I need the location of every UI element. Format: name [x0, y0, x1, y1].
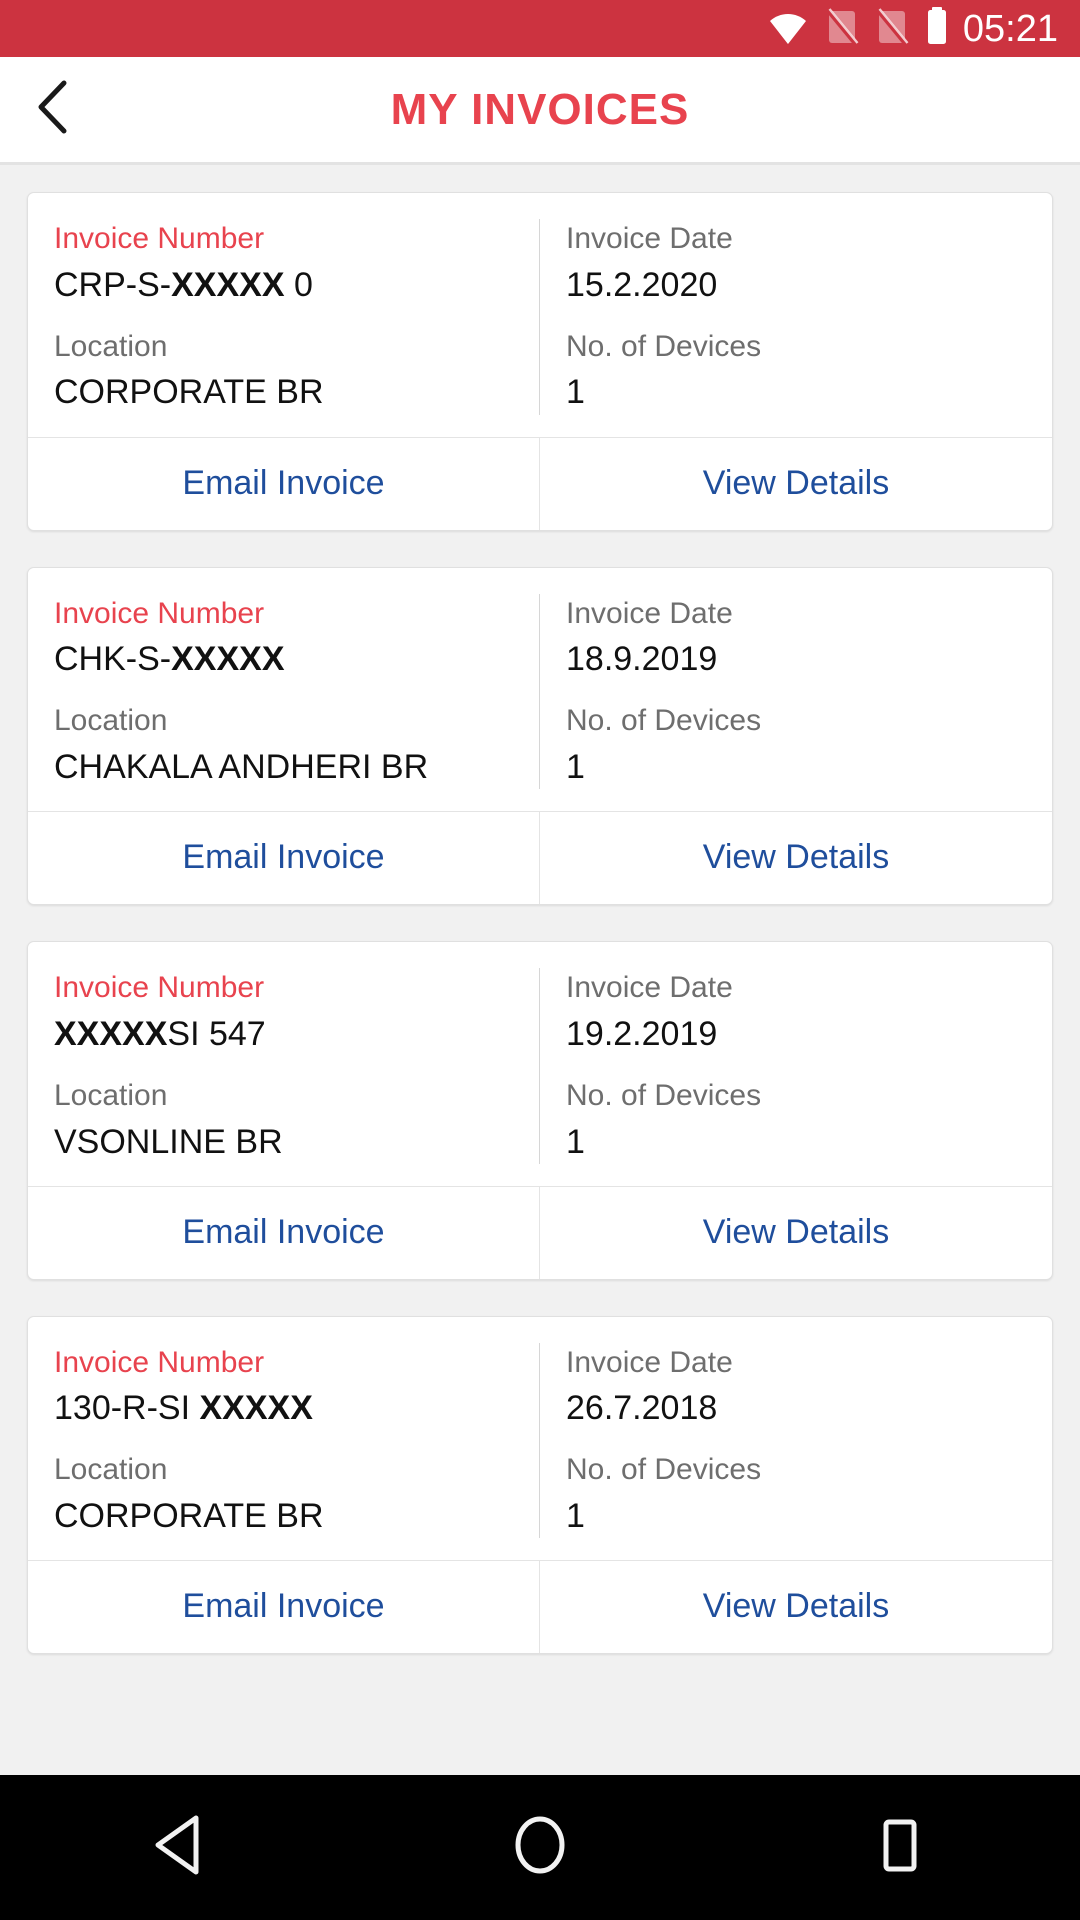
invoice-number-label: Invoice Number	[54, 594, 513, 634]
status-icons	[767, 6, 949, 51]
invoice-card-actions: Email Invoice View Details	[28, 1186, 1052, 1279]
view-details-button[interactable]: View Details	[540, 438, 1052, 530]
invoice-number-label: Invoice Number	[54, 968, 513, 1008]
email-invoice-button[interactable]: Email Invoice	[28, 1561, 540, 1653]
invoice-card-body: Invoice Number 130-R-SI XXXXX Location C…	[28, 1317, 1052, 1561]
invoice-card-actions: Email Invoice View Details	[28, 1560, 1052, 1653]
location-label: Location	[54, 701, 513, 741]
email-invoice-button[interactable]: Email Invoice	[28, 1187, 540, 1279]
nav-recents-button[interactable]	[810, 1814, 990, 1881]
invoice-number-value: CRP-S-XXXXX 0	[54, 263, 513, 307]
invoice-card-left-column: Invoice Number CHK-S-XXXXX Location CHAK…	[28, 594, 540, 790]
location-value: VSONLINE BR	[54, 1120, 513, 1164]
devices-label: No. of Devices	[566, 1076, 1026, 1116]
view-details-button[interactable]: View Details	[540, 1187, 1052, 1279]
invoice-card[interactable]: Invoice Number CRP-S-XXXXX 0 Location CO…	[27, 192, 1053, 531]
location-value: CORPORATE BR	[54, 1494, 513, 1538]
email-invoice-button[interactable]: Email Invoice	[28, 812, 540, 904]
devices-label: No. of Devices	[566, 327, 1026, 367]
devices-label: No. of Devices	[566, 1450, 1026, 1490]
view-details-button[interactable]: View Details	[540, 1561, 1052, 1653]
invoice-number-value: CHK-S-XXXXX	[54, 637, 513, 681]
invoice-date-value: 18.9.2019	[566, 637, 1026, 681]
back-triangle-icon	[152, 1814, 208, 1881]
devices-label: No. of Devices	[566, 701, 1026, 741]
invoice-card[interactable]: Invoice Number CHK-S-XXXXX Location CHAK…	[27, 567, 1053, 906]
invoice-date-value: 15.2.2020	[566, 263, 1026, 307]
invoice-date-value: 26.7.2018	[566, 1386, 1026, 1430]
view-details-button[interactable]: View Details	[540, 812, 1052, 904]
email-invoice-button[interactable]: Email Invoice	[28, 438, 540, 530]
invoice-card-body: Invoice Number XXXXXSI 547 Location VSON…	[28, 942, 1052, 1186]
page-title: MY INVOICES	[0, 85, 1080, 135]
home-circle-icon	[511, 1814, 569, 1881]
status-time: 05:21	[963, 10, 1058, 48]
nav-back-button[interactable]	[90, 1814, 270, 1881]
invoice-card-left-column: Invoice Number 130-R-SI XXXXX Location C…	[28, 1343, 540, 1539]
invoice-card-right-column: Invoice Date 15.2.2020 No. of Devices 1	[540, 219, 1052, 415]
devices-value: 1	[566, 370, 1026, 414]
app-header: MY INVOICES	[0, 57, 1080, 165]
battery-icon	[925, 6, 949, 51]
devices-value: 1	[566, 745, 1026, 789]
sim-missing-icon	[825, 8, 859, 51]
invoice-date-label: Invoice Date	[566, 594, 1026, 634]
invoice-card-actions: Email Invoice View Details	[28, 811, 1052, 904]
location-label: Location	[54, 1076, 513, 1116]
location-label: Location	[54, 327, 513, 367]
invoice-card-left-column: Invoice Number CRP-S-XXXXX 0 Location CO…	[28, 219, 540, 415]
location-value: CHAKALA ANDHERI BR	[54, 745, 513, 789]
invoice-number-label: Invoice Number	[54, 219, 513, 259]
invoice-card-right-column: Invoice Date 26.7.2018 No. of Devices 1	[540, 1343, 1052, 1539]
invoice-card[interactable]: Invoice Number 130-R-SI XXXXX Location C…	[27, 1316, 1053, 1655]
invoice-date-label: Invoice Date	[566, 1343, 1026, 1383]
invoice-card-left-column: Invoice Number XXXXXSI 547 Location VSON…	[28, 968, 540, 1164]
nav-home-button[interactable]	[450, 1814, 630, 1881]
invoice-number-value: XXXXXSI 547	[54, 1012, 513, 1056]
invoice-card-right-column: Invoice Date 19.2.2019 No. of Devices 1	[540, 968, 1052, 1164]
invoice-list[interactable]: Invoice Number CRP-S-XXXXX 0 Location CO…	[0, 165, 1080, 1917]
invoice-card-right-column: Invoice Date 18.9.2019 No. of Devices 1	[540, 594, 1052, 790]
status-bar: 05:21	[0, 0, 1080, 57]
wifi-icon	[767, 10, 809, 51]
location-value: CORPORATE BR	[54, 370, 513, 414]
invoice-date-label: Invoice Date	[566, 219, 1026, 259]
invoice-date-value: 19.2.2019	[566, 1012, 1026, 1056]
recents-square-icon	[877, 1814, 923, 1881]
invoice-card[interactable]: Invoice Number XXXXXSI 547 Location VSON…	[27, 941, 1053, 1280]
invoice-number-label: Invoice Number	[54, 1343, 513, 1383]
invoice-card-body: Invoice Number CHK-S-XXXXX Location CHAK…	[28, 568, 1052, 812]
devices-value: 1	[566, 1494, 1026, 1538]
location-label: Location	[54, 1450, 513, 1490]
invoice-date-label: Invoice Date	[566, 968, 1026, 1008]
invoice-card-actions: Email Invoice View Details	[28, 437, 1052, 530]
android-navigation-bar	[0, 1775, 1080, 1920]
devices-value: 1	[566, 1120, 1026, 1164]
invoice-number-value: 130-R-SI XXXXX	[54, 1386, 513, 1430]
sim-missing-icon	[875, 8, 909, 51]
invoice-card-body: Invoice Number CRP-S-XXXXX 0 Location CO…	[28, 193, 1052, 437]
